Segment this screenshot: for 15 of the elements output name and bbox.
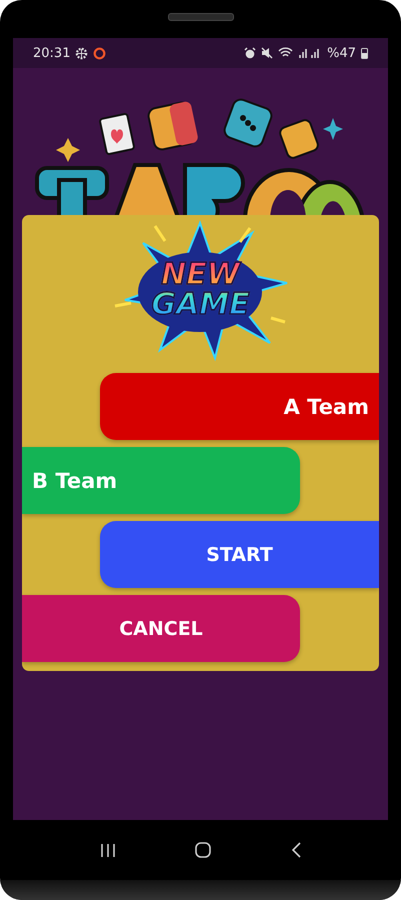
dialog-button[interactable]: START: [100, 521, 379, 588]
team-name-button[interactable]: A Team: [100, 373, 379, 440]
battery-level: %47: [327, 46, 356, 60]
dialog-button[interactable]: CANCEL: [22, 595, 300, 662]
recents-icon[interactable]: [100, 842, 116, 858]
battery-icon: [361, 47, 368, 59]
speaker-grille: [168, 13, 234, 21]
home-icon[interactable]: [195, 842, 212, 858]
alarm-icon: [244, 47, 256, 59]
gear-icon: [75, 46, 88, 60]
status-time: 20:31: [33, 46, 70, 60]
ring-icon: [93, 46, 106, 60]
back-icon[interactable]: [291, 842, 302, 858]
mute-icon: [261, 47, 274, 59]
wifi-icon: [278, 47, 294, 59]
